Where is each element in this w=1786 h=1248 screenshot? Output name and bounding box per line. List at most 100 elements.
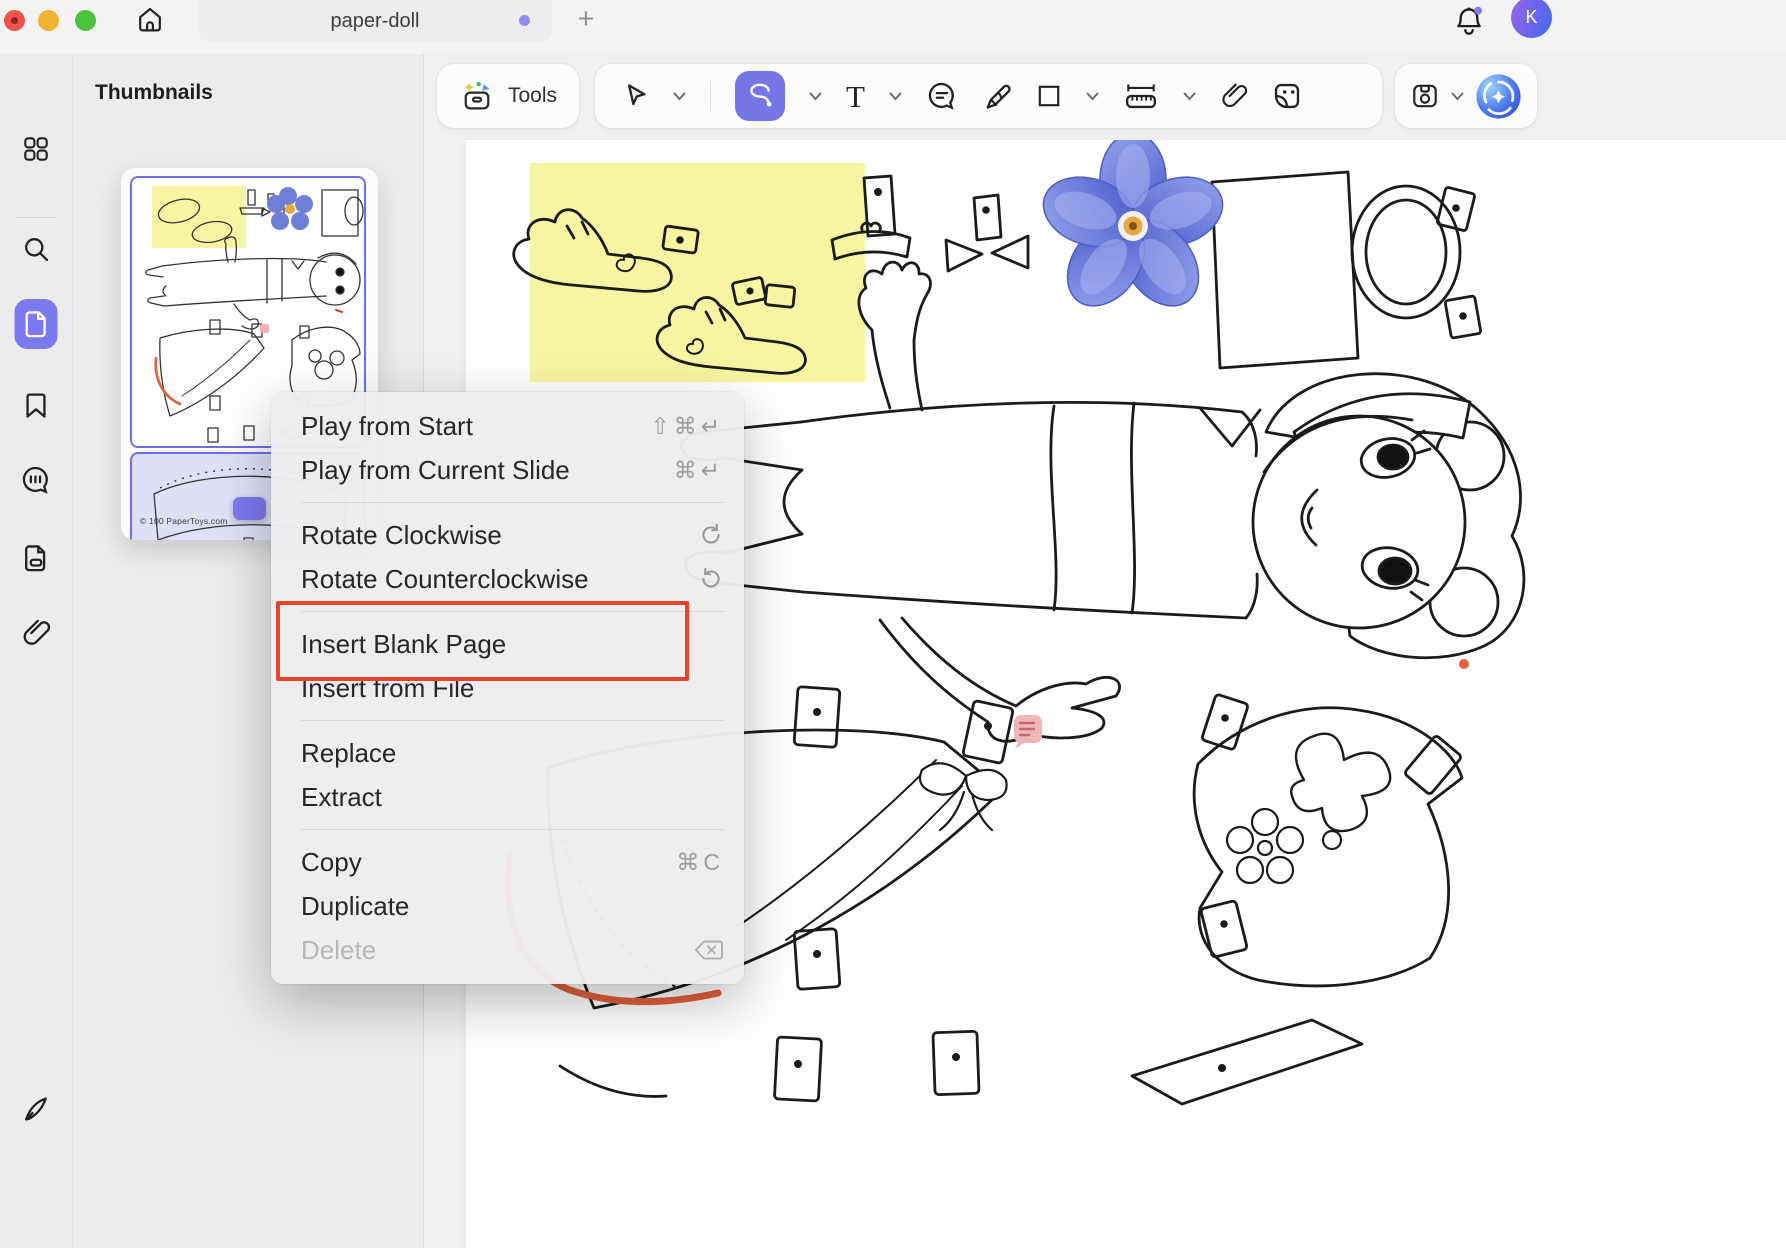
highlight-rect[interactable] (530, 163, 865, 382)
lasso-icon (745, 81, 775, 111)
search-icon (21, 234, 51, 264)
sticker-icon (1272, 81, 1302, 111)
menu-item-label: Duplicate (301, 891, 409, 922)
notifications-button[interactable] (1450, 2, 1488, 40)
rotate-clockwise-icon (698, 522, 724, 548)
shape-tool[interactable] (1036, 83, 1062, 109)
menu-item-rotate-counterclockwise[interactable]: Rotate Counterclockwise (271, 557, 744, 601)
sidebar-item-search[interactable] (13, 226, 59, 272)
brush-icon (21, 1094, 51, 1124)
menu-item-play-from-current-slide[interactable]: Play from Current Slide ⌘↵ (271, 448, 744, 492)
menu-item-duplicate[interactable]: Duplicate (271, 884, 744, 928)
menu-item-label: Rotate Counterclockwise (301, 564, 589, 595)
menu-item-insert-blank-page[interactable]: Insert Blank Page (271, 622, 744, 666)
ruler-tool[interactable] (1123, 81, 1159, 111)
sidebar-item-pages-selected[interactable] (15, 299, 58, 349)
rotate-counterclockwise-icon (698, 566, 724, 592)
document-tab[interactable]: paper-doll (198, 0, 552, 42)
menu-item-label: Rotate Clockwise (301, 520, 502, 551)
avatar[interactable]: K (1511, 0, 1552, 38)
attachment-tool[interactable] (1220, 82, 1248, 110)
chevron-down-icon (1451, 92, 1464, 101)
delete-key-icon (694, 939, 724, 961)
menu-item-label: Play from Start (301, 411, 473, 442)
menu-item-extract[interactable]: Extract (271, 775, 744, 819)
avatar-initial: K (1525, 7, 1537, 28)
menu-separator (301, 720, 724, 721)
menu-item-copy[interactable]: Copy ⌘C (271, 840, 744, 884)
text-tool[interactable]: T (846, 81, 865, 112)
menu-item-label: Delete (301, 935, 376, 966)
page-number-badge[interactable] (233, 497, 266, 520)
save-button[interactable] (1410, 81, 1440, 111)
shape-tool-chevron[interactable] (1086, 92, 1099, 101)
close-window-button[interactable] (4, 10, 25, 31)
page-context-menu: Play from Start ⇧⌘↵ Play from Current Sl… (271, 392, 744, 984)
square-icon (1036, 83, 1062, 109)
menu-item-rotate-clockwise[interactable]: Rotate Clockwise (271, 513, 744, 557)
chat-bubble-icon (20, 464, 52, 496)
chevron-down-icon (889, 92, 902, 101)
flower-sticker[interactable] (1034, 140, 1231, 321)
ruler-tool-chevron[interactable] (1183, 92, 1196, 101)
pen-dot (1459, 659, 1469, 669)
tab-title: paper-doll (331, 10, 420, 33)
minimize-window-button[interactable] (38, 10, 59, 31)
bell-icon (1452, 4, 1486, 38)
new-tab-button[interactable]: + (570, 1, 602, 37)
comment-tool[interactable] (926, 80, 958, 112)
sidebar-item-templates[interactable] (13, 535, 59, 581)
document-icon (22, 309, 50, 339)
ai-assistant-button[interactable] (1475, 73, 1522, 120)
chevron-down-icon (1086, 92, 1099, 101)
thumbnails-title: Thumbnails (95, 81, 213, 105)
sidebar-item-attachments[interactable] (13, 610, 59, 656)
comment-badge[interactable] (1014, 715, 1042, 749)
ruler-icon (1123, 81, 1159, 111)
zoom-window-button[interactable] (75, 10, 96, 31)
sidebar-rail (0, 54, 72, 1248)
sticker-tool[interactable] (1272, 81, 1302, 111)
menu-separator (301, 829, 724, 830)
sidebar-separator (16, 217, 56, 218)
menu-item-shortcut: ⇧⌘↵ (650, 413, 724, 440)
paperclip-icon (21, 618, 51, 648)
cursor-icon (621, 82, 649, 110)
menu-item-label: Insert from File (301, 673, 474, 704)
main-toolbar: T (595, 64, 1382, 128)
comment-bubble-icon (926, 80, 958, 112)
menu-item-shortcut: ⌘C (676, 849, 724, 876)
home-icon (135, 5, 165, 35)
toolbar-divider (710, 82, 711, 110)
grid-icon (21, 134, 51, 164)
ai-swirl-icon (1475, 73, 1522, 120)
paperclip-icon (1220, 82, 1248, 110)
menu-item-play-from-start[interactable]: Play from Start ⇧⌘↵ (271, 404, 744, 448)
window-titlebar: paper-doll + K (0, 0, 1786, 54)
save-options-chevron[interactable] (1451, 92, 1464, 101)
menu-item-insert-from-file[interactable]: Insert from File (271, 666, 744, 710)
thumbnail-credit: © 100 PaperToys.com (140, 516, 228, 526)
menu-separator (301, 502, 724, 503)
menu-item-replace[interactable]: Replace (271, 731, 744, 775)
lasso-tool-selected[interactable] (735, 71, 785, 121)
unsaved-indicator-dot (519, 15, 530, 26)
sidebar-item-comments[interactable] (13, 457, 59, 503)
tools-button[interactable]: Tools (437, 64, 579, 128)
lasso-tool-chevron[interactable] (809, 92, 822, 101)
home-button[interactable] (132, 2, 168, 38)
tools-label: Tools (508, 84, 557, 108)
bookmark-icon (22, 390, 50, 420)
select-tool[interactable] (621, 82, 649, 110)
sidebar-item-apps[interactable] (13, 126, 59, 172)
sidebar-item-bookmarks[interactable] (13, 382, 59, 428)
menu-item-label: Copy (301, 847, 362, 878)
sidebar-item-pen-settings[interactable] (13, 1086, 59, 1132)
select-tool-chevron[interactable] (673, 92, 686, 101)
menu-item-label: Replace (301, 738, 396, 769)
toolbox-icon (459, 79, 495, 113)
pen-tool[interactable] (982, 81, 1012, 111)
menu-item-delete-disabled[interactable]: Delete (271, 928, 744, 972)
save-icon (1410, 81, 1440, 111)
text-tool-chevron[interactable] (889, 92, 902, 101)
